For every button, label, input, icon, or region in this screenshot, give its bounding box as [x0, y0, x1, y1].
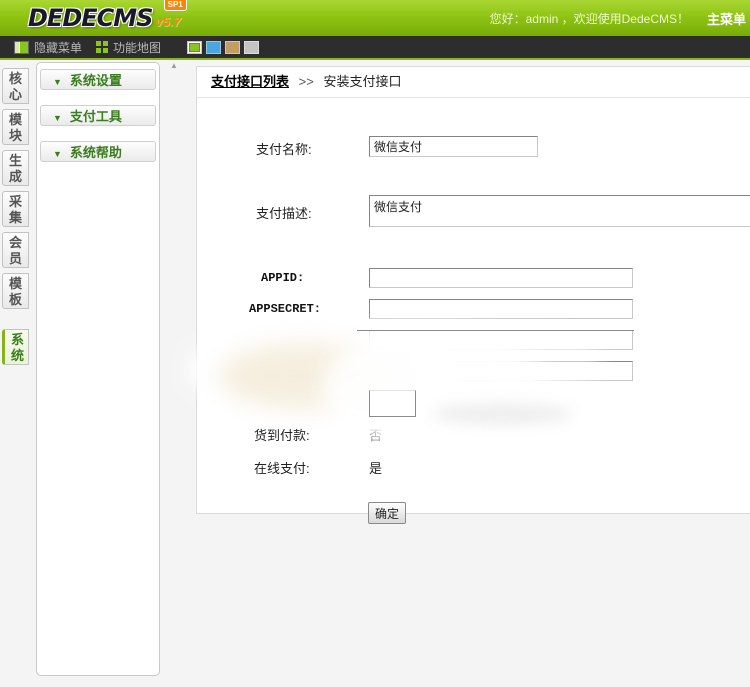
hide-menu-button[interactable]: 隐藏菜单 [14, 39, 82, 56]
dedecms-logo: DEDECMS v5.7 SP1 [28, 0, 187, 33]
sidebar-section-title: 系统帮助 [69, 145, 122, 160]
chevron-down-icon: ▼ [53, 77, 62, 87]
module-tab[interactable]: 模板 [2, 273, 29, 309]
main-menu-link[interactable]: 主菜单 [707, 9, 746, 28]
theme-swatch[interactable] [187, 40, 203, 54]
sidebar-section-title: 支付工具 [69, 109, 122, 124]
sidebar-section-header[interactable]: ▼ 系统帮助 [40, 141, 156, 162]
sidebar-section-title: 系统设置 [69, 73, 122, 88]
theme-swatch[interactable] [244, 40, 260, 54]
version-label: v5.7 [155, 14, 181, 29]
scroll-up-icon[interactable]: ▲ [170, 61, 178, 70]
breadcrumb-separator: >> [298, 74, 314, 89]
sidebar-section: ▼ 系统设置 [37, 69, 159, 102]
input-top-border-fragment [357, 330, 634, 331]
pay-desc-textarea[interactable]: 微信支付 [369, 195, 750, 227]
pay-desc-label: 支付描述: [256, 206, 312, 221]
function-map-icon [96, 41, 109, 53]
chevron-down-icon: ▼ [53, 149, 62, 159]
module-tab[interactable]: 系统 [2, 329, 29, 365]
pay-name-input[interactable] [369, 136, 538, 157]
online-pay-value: 是 [369, 461, 383, 476]
blur-redaction [432, 403, 572, 425]
sidebar-section-header[interactable]: ▼ 支付工具 [40, 105, 156, 126]
cod-label: 货到付款: [254, 428, 310, 443]
greeting-text: 您好：admin ，欢迎使用DedeCMS！ [489, 11, 689, 26]
appid-input[interactable] [369, 268, 633, 288]
appsecret-input[interactable] [369, 299, 633, 319]
app-header: DEDECMS v5.7 SP1 您好：admin ，欢迎使用DedeCMS！ … [0, 0, 750, 37]
sp1-badge: SP1 [163, 0, 187, 11]
online-pay-label: 在线支付: [254, 461, 310, 476]
admin-toolbar: 隐藏菜单 功能地图 [0, 36, 750, 60]
partially-hidden-input[interactable] [369, 390, 416, 417]
redacted-field-1[interactable] [369, 330, 633, 350]
logo-text: DEDECMS [28, 4, 153, 32]
module-tab[interactable]: 模块 [2, 109, 29, 145]
sidebar-menu: ▼ 系统设置 ▼ 支付工具 ▼ 系统帮助 [36, 62, 160, 676]
blur-redaction [219, 344, 394, 408]
redacted-field-2[interactable] [369, 361, 633, 381]
header-right: 您好：admin ，欢迎使用DedeCMS！ 主菜单 [490, 9, 746, 28]
hide-menu-label: 隐藏菜单 [34, 40, 83, 55]
module-tabstrip: 核心 模块 生成 采集 会员 模板 系统 [2, 68, 32, 370]
breadcrumb: 支付接口列表 >> 安装支付接口 [197, 67, 750, 98]
sidebar-section: ▼ 支付工具 [37, 105, 159, 138]
theme-swatch[interactable] [225, 40, 241, 54]
install-payment-form: 支付名称: 支付描述: 微信支付 APPID: APPSECRET: 货到付款:… [187, 98, 750, 524]
pay-name-label: 支付名称: [256, 142, 312, 157]
content-panel: 支付接口列表 >> 安装支付接口 支付名称: 支付描述: 微信支付 APPID:… [187, 66, 750, 524]
breadcrumb-link[interactable]: 支付接口列表 [211, 74, 289, 89]
module-tab[interactable]: 生成 [2, 150, 29, 186]
cod-value: 否 [369, 428, 383, 443]
confirm-button[interactable]: 确定 [368, 502, 407, 524]
function-map-label: 功能地图 [113, 40, 162, 55]
breadcrumb-current: 安装支付接口 [323, 74, 402, 89]
module-tab[interactable]: 核心 [2, 68, 29, 104]
module-tab[interactable]: 采集 [2, 191, 29, 227]
sidebar-section: ▼ 系统帮助 [37, 141, 159, 174]
sidebar-section-header[interactable]: ▼ 系统设置 [40, 69, 156, 90]
module-tab[interactable]: 会员 [2, 232, 29, 268]
theme-swatch[interactable] [206, 40, 222, 54]
appid-label: APPID: [261, 271, 305, 285]
appsecret-label: APPSECRET: [249, 302, 322, 316]
chevron-down-icon: ▼ [53, 113, 62, 123]
function-map-button[interactable]: 功能地图 [96, 39, 161, 56]
theme-swatches [187, 40, 263, 54]
hide-menu-icon [14, 40, 29, 54]
